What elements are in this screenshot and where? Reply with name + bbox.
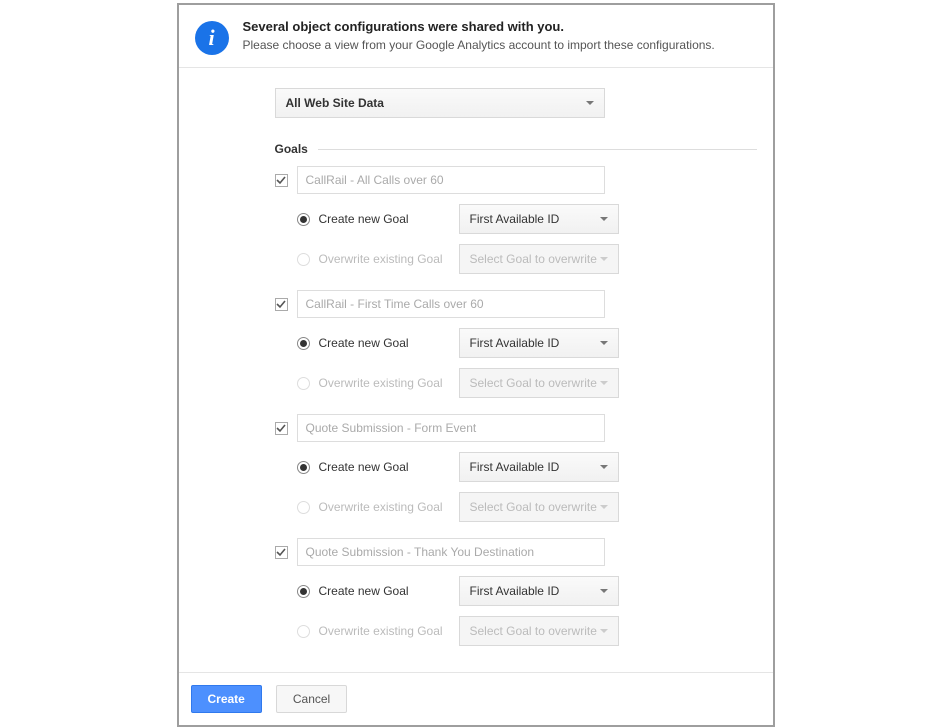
overwrite-option-row: Overwrite existing Goal Select Goal to o…	[297, 368, 757, 398]
goal-block: CallRail - First Time Calls over 60 Crea…	[195, 290, 757, 398]
overwrite-option-label: Overwrite existing Goal	[319, 500, 459, 514]
view-select[interactable]: All Web Site Data	[275, 88, 605, 118]
goals-section-label: Goals	[275, 142, 308, 156]
overwrite-radio[interactable]	[297, 253, 310, 266]
chevron-down-icon	[600, 257, 608, 261]
radio-cell	[297, 337, 319, 350]
check-icon	[276, 175, 286, 185]
dialog-header: i Several object configurations were sha…	[179, 5, 773, 68]
overwrite-goal-select-value: Select Goal to overwrite	[470, 500, 597, 514]
create-radio[interactable]	[297, 213, 310, 226]
goal-title-row: CallRail - All Calls over 60	[275, 166, 757, 194]
overwrite-goal-select: Select Goal to overwrite	[459, 368, 619, 398]
overwrite-option-row: Overwrite existing Goal Select Goal to o…	[297, 244, 757, 274]
overwrite-option-label: Overwrite existing Goal	[319, 624, 459, 638]
overwrite-goal-select: Select Goal to overwrite	[459, 616, 619, 646]
goal-id-select[interactable]: First Available ID	[459, 576, 619, 606]
create-option-row: Create new Goal First Available ID	[297, 328, 757, 358]
view-select-row: All Web Site Data	[195, 88, 757, 118]
goal-id-select-value: First Available ID	[470, 584, 560, 598]
goal-id-select-value: First Available ID	[470, 212, 560, 226]
check-icon	[276, 423, 286, 433]
goal-checkbox[interactable]	[275, 422, 288, 435]
dialog-body: All Web Site Data Goals CallRail - All C…	[179, 68, 773, 672]
radio-cell	[297, 585, 319, 598]
radio-cell	[297, 461, 319, 474]
overwrite-option-row: Overwrite existing Goal Select Goal to o…	[297, 616, 757, 646]
goal-title-row: Quote Submission - Thank You Destination	[275, 538, 757, 566]
dialog-footer: Create Cancel	[179, 672, 773, 725]
radio-cell	[297, 213, 319, 226]
goal-checkbox[interactable]	[275, 546, 288, 559]
chevron-down-icon	[600, 217, 608, 221]
dialog-subtitle: Please choose a view from your Google An…	[243, 38, 715, 52]
overwrite-goal-select-value: Select Goal to overwrite	[470, 624, 597, 638]
divider	[318, 149, 757, 150]
chevron-down-icon	[600, 629, 608, 633]
goal-name-input[interactable]: CallRail - All Calls over 60	[297, 166, 605, 194]
create-button[interactable]: Create	[191, 685, 262, 713]
chevron-down-icon	[600, 381, 608, 385]
chevron-down-icon	[600, 589, 608, 593]
goal-name-input[interactable]: Quote Submission - Thank You Destination	[297, 538, 605, 566]
overwrite-goal-select: Select Goal to overwrite	[459, 244, 619, 274]
goal-id-select[interactable]: First Available ID	[459, 452, 619, 482]
create-option-label: Create new Goal	[319, 212, 459, 226]
check-icon	[276, 299, 286, 309]
goal-title-row: Quote Submission - Form Event	[275, 414, 757, 442]
goals-list: CallRail - All Calls over 60 Create new …	[195, 166, 757, 646]
goal-block: CallRail - All Calls over 60 Create new …	[195, 166, 757, 274]
goals-section-header: Goals	[275, 142, 757, 156]
import-config-dialog: i Several object configurations were sha…	[177, 3, 775, 727]
radio-cell	[297, 501, 319, 514]
checkbox-cell	[275, 174, 297, 187]
radio-cell	[297, 377, 319, 390]
goal-block: Quote Submission - Thank You Destination…	[195, 538, 757, 646]
overwrite-radio[interactable]	[297, 377, 310, 390]
checkbox-cell	[275, 546, 297, 559]
create-option-label: Create new Goal	[319, 584, 459, 598]
header-text: Several object configurations were share…	[243, 19, 715, 52]
goal-name-input[interactable]: CallRail - First Time Calls over 60	[297, 290, 605, 318]
goal-checkbox[interactable]	[275, 298, 288, 311]
create-option-row: Create new Goal First Available ID	[297, 204, 757, 234]
create-radio[interactable]	[297, 585, 310, 598]
overwrite-goal-select-value: Select Goal to overwrite	[470, 376, 597, 390]
create-radio[interactable]	[297, 461, 310, 474]
goal-name-input[interactable]: Quote Submission - Form Event	[297, 414, 605, 442]
create-option-label: Create new Goal	[319, 336, 459, 350]
radio-cell	[297, 253, 319, 266]
chevron-down-icon	[600, 341, 608, 345]
create-option-row: Create new Goal First Available ID	[297, 452, 757, 482]
checkbox-cell	[275, 298, 297, 311]
overwrite-goal-select-value: Select Goal to overwrite	[470, 252, 597, 266]
goal-id-select[interactable]: First Available ID	[459, 328, 619, 358]
create-option-label: Create new Goal	[319, 460, 459, 474]
goal-id-select[interactable]: First Available ID	[459, 204, 619, 234]
create-option-row: Create new Goal First Available ID	[297, 576, 757, 606]
radio-cell	[297, 625, 319, 638]
chevron-down-icon	[600, 505, 608, 509]
overwrite-option-label: Overwrite existing Goal	[319, 376, 459, 390]
info-icon: i	[195, 21, 229, 55]
overwrite-goal-select: Select Goal to overwrite	[459, 492, 619, 522]
goal-id-select-value: First Available ID	[470, 336, 560, 350]
view-select-value: All Web Site Data	[286, 96, 384, 110]
goal-title-row: CallRail - First Time Calls over 60	[275, 290, 757, 318]
check-icon	[276, 547, 286, 557]
goal-block: Quote Submission - Form Event Create new…	[195, 414, 757, 522]
dialog-title: Several object configurations were share…	[243, 19, 715, 34]
cancel-button[interactable]: Cancel	[276, 685, 347, 713]
overwrite-option-row: Overwrite existing Goal Select Goal to o…	[297, 492, 757, 522]
chevron-down-icon	[600, 465, 608, 469]
checkbox-cell	[275, 422, 297, 435]
overwrite-radio[interactable]	[297, 501, 310, 514]
overwrite-option-label: Overwrite existing Goal	[319, 252, 459, 266]
goal-checkbox[interactable]	[275, 174, 288, 187]
goal-id-select-value: First Available ID	[470, 460, 560, 474]
chevron-down-icon	[586, 101, 594, 105]
overwrite-radio[interactable]	[297, 625, 310, 638]
create-radio[interactable]	[297, 337, 310, 350]
